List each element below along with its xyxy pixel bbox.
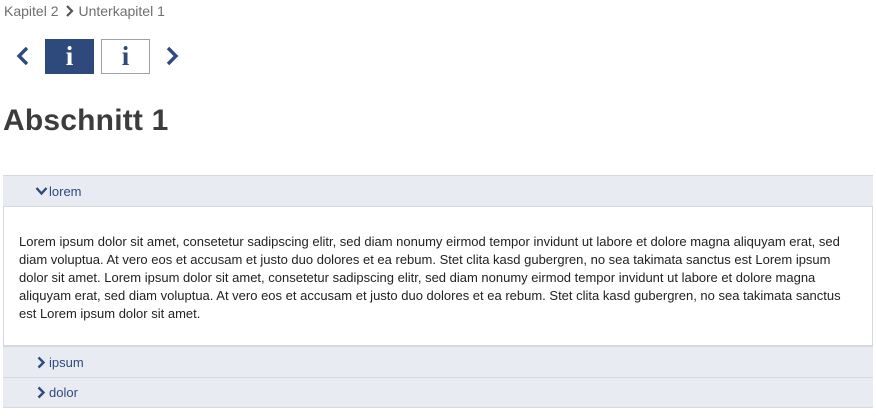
chevron-right-icon [34,386,48,400]
slide-button[interactable]: i [101,38,150,74]
accordion-header-dolor[interactable]: dolor [3,377,873,408]
slide-navigation: i i [12,38,183,74]
breadcrumb-item-unterkapitel-1[interactable]: Unterkapitel 1 [78,3,164,19]
page: Kapitel 2 Unterkapitel 1 i i Abschnitt 1… [0,0,876,416]
accordion-header-ipsum[interactable]: ipsum [3,346,873,377]
page-title: Abschnitt 1 [3,104,169,137]
chevron-right-icon [62,5,76,17]
chevron-right-icon[interactable] [161,38,183,74]
chevron-down-icon [34,184,48,198]
slide-button-active[interactable]: i [45,38,94,74]
breadcrumb: Kapitel 2 Unterkapitel 1 [4,3,165,19]
accordion-label: lorem [49,183,82,199]
chevron-left-icon[interactable] [12,38,34,74]
accordion-label: dolor [49,385,78,400]
accordion-panel-lorem: Lorem ipsum dolor sit amet, consetetur s… [3,206,873,346]
breadcrumb-item-kapitel-2[interactable]: Kapitel 2 [4,3,58,19]
accordion-header-lorem[interactable]: lorem [3,175,873,206]
accordion-label: ipsum [49,354,84,370]
accordion-content: Lorem ipsum dolor sit amet, consetetur s… [19,234,841,321]
chevron-right-icon [34,355,48,369]
accordion: lorem Lorem ipsum dolor sit amet, conset… [3,175,873,408]
